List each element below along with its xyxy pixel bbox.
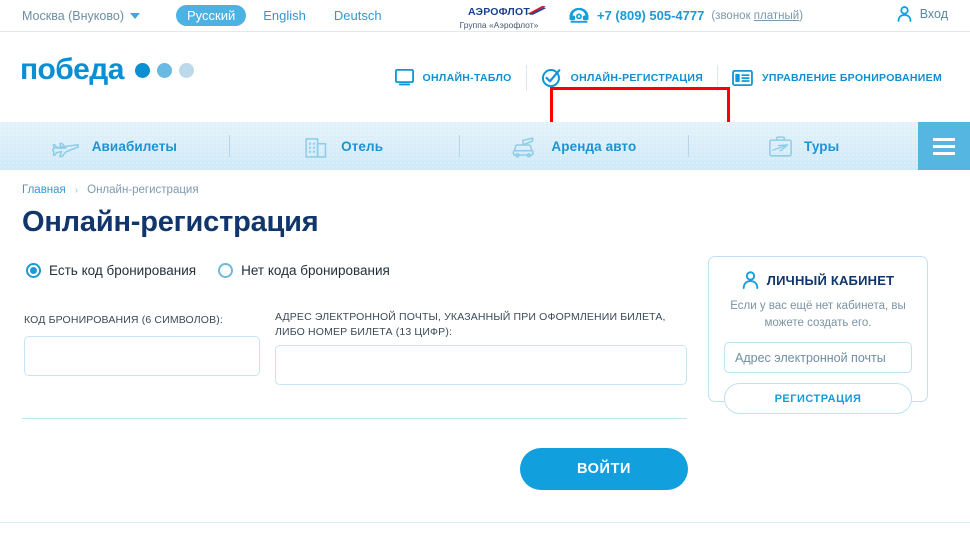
site-header: победа ОНЛАЙН-ТАБЛО ОНЛАЙН-РЕГИСТРАЦИЯ У… (0, 33, 970, 145)
logo-dot-2 (156, 62, 172, 78)
booking-code-input[interactable] (24, 336, 260, 377)
city-selector-label: Москва (Внуково) (22, 8, 124, 23)
service-nav-bar: Авиабилеты Отель Аренда авто Туры (0, 122, 970, 170)
lang-option-ru[interactable]: Русский (175, 5, 247, 26)
building-icon (305, 135, 330, 158)
page-title: Онлайн-регистрация (22, 206, 319, 238)
logo-dots (134, 62, 194, 78)
personal-cabinet-subtitle: Если у вас ещё нет кабинета, вы можете с… (730, 300, 906, 329)
radio-has-booking-code-label: Есть код бронирования (49, 263, 197, 278)
header-nav-online-board-label: ОНЛАЙН-ТАБЛО (422, 71, 512, 84)
service-nav-item-tours[interactable]: Туры (689, 122, 918, 170)
breadcrumb: Главная › Онлайн-регистрация (22, 184, 199, 196)
service-nav-item-tours-label: Туры (804, 138, 840, 154)
pobeda-logo[interactable]: победа (20, 55, 194, 85)
cabinet-email-input[interactable] (724, 342, 912, 374)
language-switcher: Русский English Deutsch (175, 5, 393, 26)
radio-has-booking-code-circle (26, 263, 41, 278)
aeroflot-group-logo: АЭРОФЛОТ Группа «Аэрофлот» (447, 3, 551, 30)
lang-option-en[interactable]: English (252, 5, 317, 26)
email-or-ticket-field-group: АДРЕС ЭЛЕКТРОННОЙ ПОЧТЫ, УКАЗАННЫЙ ПРИ О… (275, 310, 687, 386)
logo-dot-1 (134, 62, 150, 78)
service-nav-item-hotel[interactable]: Отель (230, 122, 459, 170)
header-nav-online-checkin[interactable]: ОНЛАЙН-РЕГИСТРАЦИЯ (527, 51, 717, 104)
service-nav-item-flights-label: Авиабилеты (91, 138, 178, 154)
page-root: Москва (Внуково) Русский English Deutsch… (0, 0, 970, 539)
breadcrumb-home[interactable]: Главная (22, 184, 66, 196)
logo-dot-3 (178, 62, 194, 78)
service-nav-item-hotel-label: Отель (341, 138, 384, 154)
booking-code-label: КОД БРОНИРОВАНИЯ (6 СИМВОЛОВ): (24, 314, 223, 326)
logo-wordmark: победа (20, 53, 124, 86)
service-nav-item-flights[interactable]: Авиабилеты (0, 122, 229, 170)
email-or-ticket-label: АДРЕС ЭЛЕКТРОННОЙ ПОЧТЫ, УКАЗАННЫЙ ПРИ О… (275, 311, 666, 339)
phone-note-link[interactable]: платный (754, 10, 799, 22)
form-divider (22, 418, 687, 419)
breadcrumb-separator-icon: › (74, 184, 79, 196)
radio-has-booking-code[interactable]: Есть код бронирования (26, 263, 196, 278)
breadcrumb-current: Онлайн-регистрация (87, 184, 199, 196)
header-nav-manage-booking[interactable]: УПРАВЛЕНИЕ БРОНИРОВАНИЕМ (718, 54, 956, 102)
phone-note-prefix: (звонок (711, 9, 754, 22)
cabinet-register-button[interactable]: РЕГИСТРАЦИЯ (724, 383, 912, 415)
hamburger-menu-icon[interactable] (918, 122, 970, 170)
lang-option-de[interactable]: Deutsch (323, 5, 393, 26)
personal-cabinet-card: ЛИЧНЫЙ КАБИНЕТ Если у вас ещё нет кабине… (708, 256, 928, 415)
header-nav-online-board[interactable]: ОНЛАЙН-ТАБЛО (381, 53, 526, 102)
suitcase-icon (768, 135, 793, 158)
aeroflot-wing-icon (526, 6, 546, 15)
user-icon (897, 6, 912, 22)
monitor-icon (394, 69, 414, 86)
header-nav-manage-booking-label: УПРАВЛЕНИЕ БРОНИРОВАНИЕМ (762, 71, 942, 84)
phone-note: (звонок платный) (711, 10, 803, 22)
phone-note-suffix: ) (799, 9, 804, 22)
personal-cabinet-title: ЛИЧНЫЙ КАБИНЕТ (766, 272, 895, 288)
chevron-down-icon (129, 12, 140, 19)
email-or-ticket-input[interactable] (275, 345, 687, 386)
phone-icon (568, 6, 590, 25)
radio-no-booking-code[interactable]: Нет кода бронирования (218, 263, 390, 278)
footer-divider (0, 522, 970, 523)
city-selector[interactable]: Москва (Внуково) (22, 9, 140, 23)
header-nav-online-checkin-label: ОНЛАЙН-РЕГИСТРАЦИЯ (570, 71, 704, 84)
service-nav-item-car-rental-label: Аренда авто (551, 138, 637, 154)
booking-code-radio-group: Есть код бронирования Нет кода бронирова… (26, 263, 390, 278)
header-nav: ОНЛАЙН-ТАБЛО ОНЛАЙН-РЕГИСТРАЦИЯ УПРАВЛЕН… (381, 33, 956, 122)
login-label: Вход (919, 7, 948, 21)
login-button[interactable]: Вход (897, 6, 948, 22)
radio-no-booking-code-circle (218, 263, 234, 278)
user-icon (742, 271, 759, 289)
booking-code-field-group: КОД БРОНИРОВАНИЯ (6 СИМВОЛОВ): (24, 313, 260, 377)
aeroflot-logo-line1: АЭРОФЛОТ (468, 6, 530, 18)
airplane-icon (51, 135, 81, 158)
radio-no-booking-code-label: Нет кода бронирования (241, 263, 390, 278)
car-icon (511, 135, 540, 158)
aeroflot-logo-line2: Группа «Аэрофлот» (459, 19, 539, 30)
top-utility-bar: Москва (Внуково) Русский English Deutsch… (0, 0, 970, 32)
phone-number[interactable]: +7 (809) 505-4777 (597, 8, 704, 23)
phone-block: +7 (809) 505-4777 (звонок платный) (568, 6, 803, 25)
card-list-icon (732, 69, 753, 86)
service-nav-item-car-rental[interactable]: Аренда авто (460, 122, 689, 170)
radio-selected-dot (30, 267, 37, 274)
check-circle-icon (541, 67, 562, 88)
submit-login-button[interactable]: ВОЙТИ (520, 448, 688, 490)
